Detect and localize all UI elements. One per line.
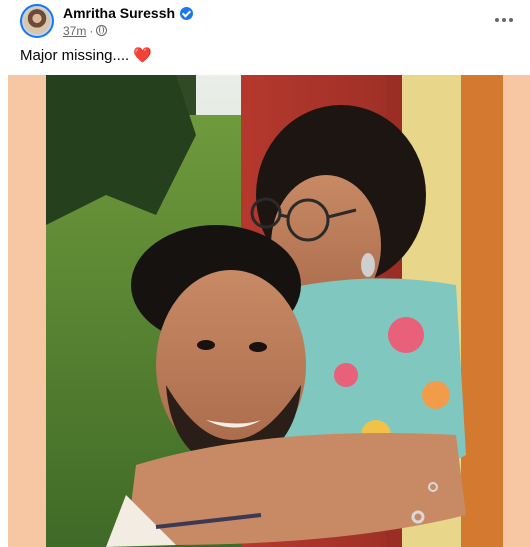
more-dot [502,18,506,22]
post-header: Amritha Suressh 37m · [0,0,530,44]
heart-emoji-icon: ❤️ [133,47,152,64]
avatar-image [24,8,50,34]
caption-text: Major missing.... [20,47,130,64]
post-caption: Major missing.... ❤️ [20,47,152,64]
meta-separator: · [89,23,94,38]
globe-icon[interactable] [96,25,108,36]
author-avatar[interactable] [20,4,54,38]
more-options-button[interactable] [490,8,518,32]
post-photo[interactable] [46,75,503,547]
facebook-post: Amritha Suressh 37m · Major missing.... … [0,0,530,547]
post-meta: 37m · [63,23,108,38]
more-options-icon [495,18,499,22]
author-name-row: Amritha Suressh [63,4,194,22]
post-timestamp[interactable]: 37m [63,24,86,38]
photo-frame[interactable] [8,75,530,547]
verified-badge-icon [180,6,194,20]
author-name[interactable]: Amritha Suressh [63,5,175,21]
photo-illustration [46,75,503,547]
more-dot [509,18,513,22]
